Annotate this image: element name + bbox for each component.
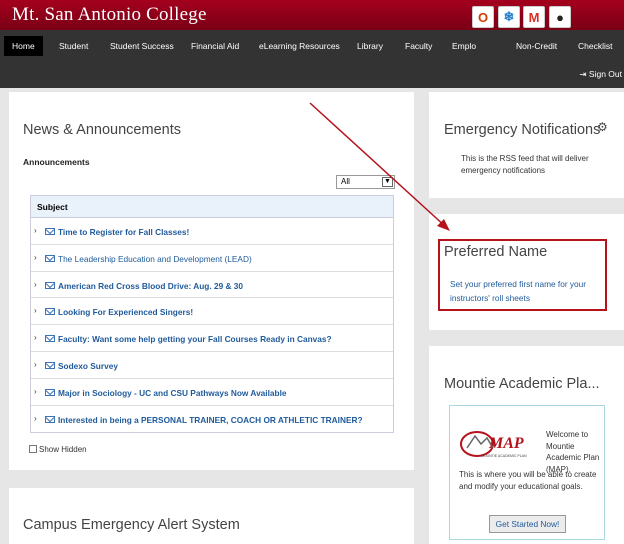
annotation-arrow: [309, 102, 450, 231]
